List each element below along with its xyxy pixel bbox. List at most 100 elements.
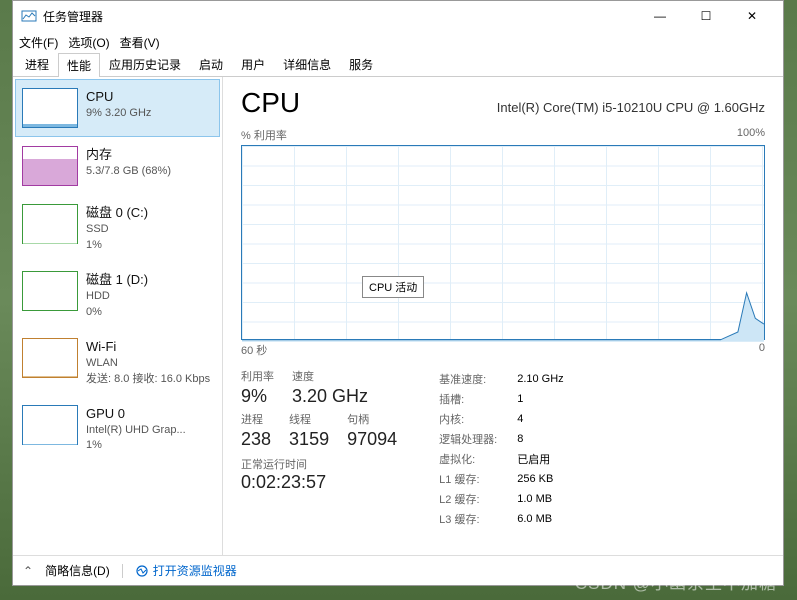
spec-label: 内核:: [439, 410, 515, 428]
menu-options[interactable]: 选项(O): [68, 34, 109, 51]
spec-label: 基准速度:: [439, 370, 515, 388]
stat-label: 速度: [292, 368, 368, 384]
uptime-label: 正常运行时间: [241, 456, 397, 472]
sidebar-item-name: 磁盘 1 (D:): [86, 271, 148, 289]
sidebar-item-net-4[interactable]: Wi-FiWLAN发送: 8.0 接收: 16.0 Kbps: [15, 329, 220, 396]
spec-label: L3 缓存:: [439, 510, 515, 528]
spec-label: L2 缓存:: [439, 490, 515, 508]
spec-value: 1.0 MB: [517, 490, 563, 508]
tabs: 进程性能应用历史记录启动用户详细信息服务: [13, 53, 783, 77]
sidebar-item-cpu-0[interactable]: CPU9% 3.20 GHz: [15, 79, 220, 137]
thumb-icon: [22, 88, 78, 128]
menubar: 文件(F) 选项(O) 查看(V): [13, 31, 783, 53]
stat-label: 线程: [289, 411, 329, 427]
sidebar-item-gpu-5[interactable]: GPU 0Intel(R) UHD Grap...1%: [15, 396, 220, 463]
thumb-icon: [22, 204, 78, 244]
task-manager-window: 任务管理器 — ☐ ✕ 文件(F) 选项(O) 查看(V) 进程性能应用历史记录…: [12, 0, 784, 586]
titlebar[interactable]: 任务管理器 — ☐ ✕: [13, 1, 783, 31]
stats: 利用率 9% 速度 3.20 GHz 进程238 线程 3159 句柄 97094 正常运行时间…: [241, 368, 765, 530]
spec-row: 内核:4: [439, 410, 564, 428]
spec-value: 8: [517, 430, 563, 448]
stat-label: 利用率: [241, 368, 274, 384]
stat-cell: 句柄 97094: [347, 411, 397, 450]
stats-big: 利用率 9% 速度 3.20 GHz 进程238 线程 3159 句柄 97094 正常运行时间…: [241, 368, 397, 530]
spec-value: 4: [517, 410, 563, 428]
spec-row: 基准速度:2.10 GHz: [439, 370, 564, 388]
stat-label: 句柄: [347, 411, 397, 427]
sidebar-item-sub: 9% 3.20 GHz: [86, 106, 151, 121]
minimize-button[interactable]: —: [637, 1, 683, 31]
sidebar-item-name: 磁盘 0 (C:): [86, 204, 148, 222]
sidebar-item-sub2: 1%: [86, 238, 148, 253]
tab-进程[interactable]: 进程: [16, 52, 58, 76]
tab-详细信息[interactable]: 详细信息: [274, 52, 340, 76]
stat-cell: 进程238: [241, 411, 271, 450]
sidebar-item-sub: SSD: [86, 222, 148, 237]
spec-value: 已启用: [517, 450, 563, 468]
stat-value: 9%: [241, 386, 274, 407]
cpu-header: CPU Intel(R) Core(TM) i5-10210U CPU @ 1.…: [241, 87, 765, 119]
stat-value: 3159: [289, 429, 329, 450]
sidebar-item-disk-3[interactable]: 磁盘 1 (D:)HDD0%: [15, 262, 220, 329]
sidebar-item-name: 内存: [86, 146, 171, 164]
maximize-button[interactable]: ☐: [683, 1, 729, 31]
stat-value: 3.20 GHz: [292, 386, 368, 407]
stat-row: 利用率 9% 速度 3.20 GHz: [241, 368, 397, 407]
spec-label: 插槽:: [439, 390, 515, 408]
uptime-value: 0:02:23:57: [241, 472, 397, 493]
divider: [122, 564, 123, 578]
tab-性能[interactable]: 性能: [58, 53, 100, 77]
stat-label: 进程: [241, 411, 271, 427]
open-resmon-link[interactable]: 打开资源监视器: [135, 562, 237, 579]
stat-cell: 利用率 9%: [241, 368, 274, 407]
sidebar-item-sub2: 0%: [86, 305, 148, 320]
stat-value: 97094: [347, 429, 397, 450]
menu-file[interactable]: 文件(F): [19, 34, 58, 51]
stats-small: 基准速度:2.10 GHz插槽:1内核:4逻辑处理器:8虚拟化:已启用L1 缓存…: [437, 368, 566, 530]
window-title: 任务管理器: [43, 8, 637, 25]
resmon-icon: [135, 564, 149, 578]
spec-value: 256 KB: [517, 470, 563, 488]
sidebar: CPU9% 3.20 GHz内存5.3/7.8 GB (68%)磁盘 0 (C:…: [13, 77, 223, 555]
sidebar-item-name: Wi-Fi: [86, 338, 210, 356]
sidebar-item-sub: 5.3/7.8 GB (68%): [86, 164, 171, 179]
window-buttons: — ☐ ✕: [637, 1, 775, 31]
spec-row: L3 缓存:6.0 MB: [439, 510, 564, 528]
stat-cell: 线程 3159: [289, 411, 329, 450]
chart-ylabel: % 利用率: [241, 127, 287, 143]
chart-xmax: 60 秒: [241, 342, 267, 358]
cpu-chart[interactable]: CPU 活动: [241, 145, 765, 340]
tab-应用历史记录[interactable]: 应用历史记录: [100, 52, 190, 76]
tab-用户[interactable]: 用户: [232, 52, 274, 76]
sidebar-item-sub: Intel(R) UHD Grap...: [86, 423, 186, 438]
spec-value: 6.0 MB: [517, 510, 563, 528]
chart-line: [242, 146, 764, 342]
spec-label: 逻辑处理器:: [439, 430, 515, 448]
spec-row: L1 缓存:256 KB: [439, 470, 564, 488]
tab-服务[interactable]: 服务: [340, 52, 382, 76]
sidebar-item-name: GPU 0: [86, 405, 186, 423]
sidebar-item-sub: WLAN: [86, 356, 210, 371]
spec-row: L2 缓存:1.0 MB: [439, 490, 564, 508]
spec-label: L1 缓存:: [439, 470, 515, 488]
chart-ymax: 100%: [737, 127, 765, 143]
watermark: CSDN @小幽余生不加糖: [575, 569, 777, 594]
spec-value: 2.10 GHz: [517, 370, 563, 388]
tab-启动[interactable]: 启动: [190, 52, 232, 76]
app-icon: [21, 8, 37, 24]
cpu-model: Intel(R) Core(TM) i5-10210U CPU @ 1.60GH…: [497, 100, 765, 115]
stat-cell: 速度 3.20 GHz: [292, 368, 368, 407]
sidebar-item-disk-2[interactable]: 磁盘 0 (C:)SSD1%: [15, 195, 220, 262]
chart-bottom-labels: 60 秒 0: [241, 342, 765, 358]
thumb-icon: [22, 405, 78, 445]
spec-row: 插槽:1: [439, 390, 564, 408]
close-button[interactable]: ✕: [729, 1, 775, 31]
chevron-up-icon[interactable]: ⌃: [23, 564, 33, 578]
sidebar-item-name: CPU: [86, 88, 151, 106]
fewer-details-link[interactable]: 简略信息(D): [45, 562, 110, 579]
sidebar-item-sub: HDD: [86, 289, 148, 304]
thumb-icon: [22, 271, 78, 311]
sidebar-item-mem-1[interactable]: 内存5.3/7.8 GB (68%): [15, 137, 220, 195]
stat-row: 进程238 线程 3159 句柄 97094: [241, 411, 397, 450]
menu-view[interactable]: 查看(V): [120, 34, 160, 51]
